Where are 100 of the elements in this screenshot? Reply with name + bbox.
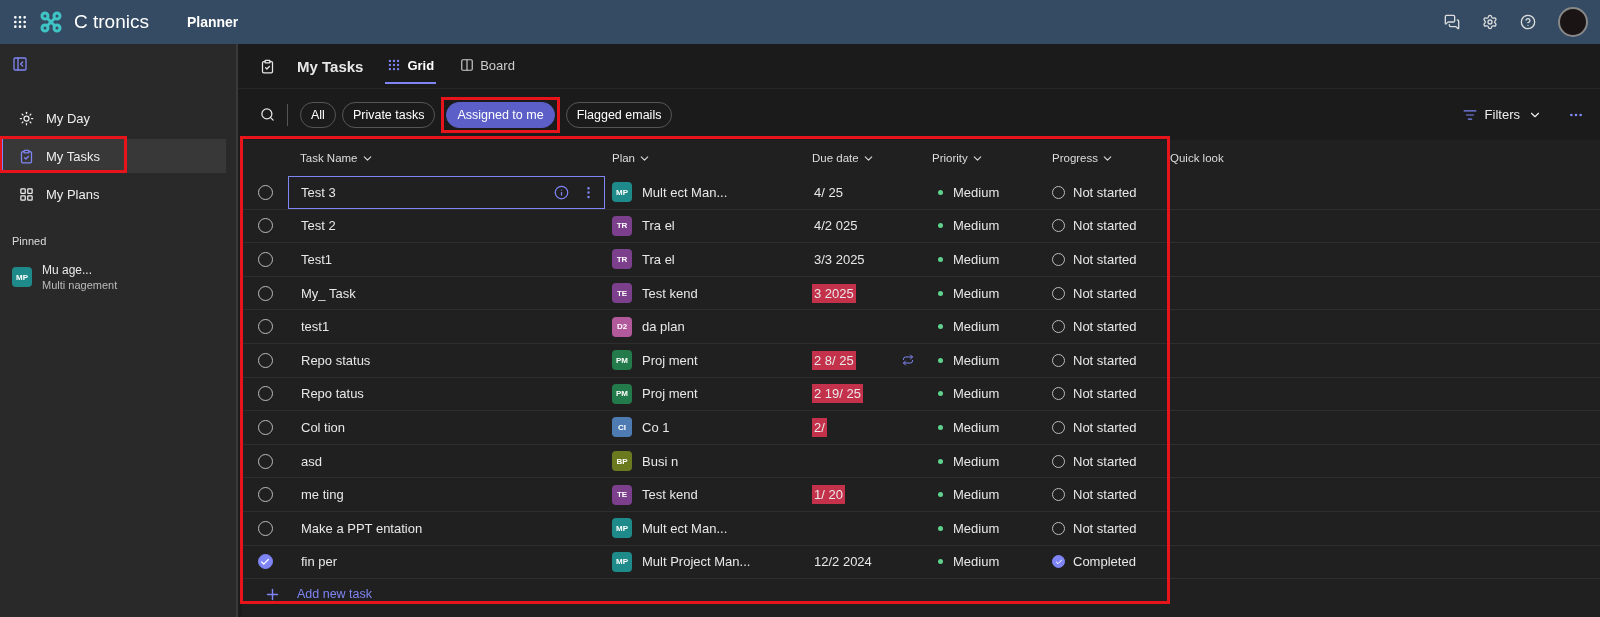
filters-button[interactable]: Filters (1456, 106, 1548, 123)
plan-badge: MP (12, 267, 32, 287)
progress-status: Not started (1073, 487, 1137, 503)
clipboard-check-icon (260, 58, 275, 74)
task-name-cell[interactable]: me ting (288, 478, 605, 511)
priority: Medium (953, 520, 1000, 536)
progress-status: Not started (1073, 252, 1137, 267)
plan-name: Proj ment (642, 386, 698, 402)
plan-badge: BP (612, 451, 632, 472)
search-icon[interactable] (260, 107, 275, 122)
due-date: 1/ 20 (812, 485, 845, 505)
priority-dot (938, 223, 943, 229)
due-date: 2/ (812, 417, 827, 437)
task-name-cell[interactable]: Test 2 (288, 209, 605, 243)
collapse-sidebar-icon[interactable] (12, 56, 28, 72)
priority: Medium (953, 285, 1000, 301)
priority-dot (938, 324, 943, 330)
view-tab[interactable]: Grid (385, 48, 437, 84)
progress-status-icon (1052, 555, 1065, 569)
priority-dot (938, 492, 943, 498)
pinned-plan-title[interactable]: Mu age... (42, 263, 118, 277)
plan-badge: MP (612, 518, 632, 539)
progress-status: Not started (1073, 453, 1137, 469)
priority: Medium (953, 352, 1000, 368)
due-date: 2 19/ 25 (812, 384, 863, 404)
column-header: Quick look (1170, 152, 1225, 164)
priority: Medium (953, 554, 1000, 570)
column-header[interactable]: Due date (812, 151, 932, 165)
info-icon[interactable] (554, 184, 569, 200)
column-header[interactable]: Progress (1052, 151, 1170, 165)
progress-status: Not started (1073, 285, 1137, 301)
priority: Medium (953, 184, 1000, 200)
column-header[interactable]: Priority (932, 151, 1052, 165)
progress-status: Not started (1073, 184, 1137, 200)
complete-checkbox[interactable] (257, 554, 273, 570)
plan-badge: CI (612, 417, 632, 438)
plan-badge: TR (612, 249, 632, 270)
priority: Medium (953, 252, 1000, 267)
chat-icon[interactable] (1444, 14, 1460, 30)
plan-name: Test kend (642, 285, 698, 301)
sidebar-item[interactable]: My Tasks (0, 139, 226, 173)
plan-name: Tra el (642, 218, 675, 234)
help-icon[interactable] (1520, 14, 1536, 30)
section-heading: Pinned (11, 234, 48, 249)
filter-icon (1462, 107, 1477, 122)
due-date: 4/ 25 (813, 183, 844, 202)
task-name-cell[interactable]: asd (288, 444, 605, 478)
view-tab[interactable]: Board (458, 48, 517, 84)
priority: Medium (953, 218, 1000, 234)
plan-badge: PM (612, 383, 632, 404)
avatar[interactable] (1558, 7, 1588, 37)
app-launcher-icon[interactable] (12, 14, 28, 30)
plan-badge: D2 (612, 316, 632, 337)
priority-dot (938, 391, 943, 397)
progress-status: Not started (1073, 352, 1137, 368)
task-name-cell[interactable]: Col tion (288, 411, 605, 444)
plan-name: Mult ect Man... (642, 520, 728, 536)
priority: Medium (953, 487, 1000, 503)
column-header[interactable]: Plan (612, 151, 812, 165)
grid-icon (387, 58, 402, 72)
priority: Medium (953, 453, 1000, 469)
settings-icon[interactable] (1482, 14, 1498, 30)
due-date: 4/2 025 (813, 217, 859, 236)
task-name-cell[interactable]: Repo status (288, 343, 605, 377)
filter-chip[interactable]: Assigned to me (446, 101, 555, 128)
priority-dot (938, 257, 943, 262)
due-date: 2 8/ 25 (812, 350, 856, 370)
plan-badge: PM (612, 350, 632, 371)
task-name-cell[interactable]: fin per (288, 545, 605, 579)
column-header[interactable]: Task Name (288, 151, 612, 165)
task-name-cell[interactable]: test1 (288, 310, 605, 343)
clipboard-check-icon (19, 148, 34, 164)
plan-name: Tra el (642, 252, 675, 267)
priority: Medium (953, 419, 1000, 435)
add-task-button[interactable]: Add new task (297, 587, 373, 602)
app-title: Planner (186, 14, 239, 30)
progress-status: Not started (1073, 520, 1137, 536)
task-name-cell[interactable]: Test1 (288, 243, 605, 276)
priority-dot (938, 189, 943, 195)
plan-badge: TE (612, 283, 632, 304)
progress-status: Not started (1073, 386, 1137, 402)
priority-dot (938, 290, 943, 296)
sidebar-item[interactable]: My Plans (0, 177, 226, 211)
priority: Medium (953, 386, 1000, 402)
plan-name: Mult Project Man... (642, 554, 751, 570)
plan-badge: MP (612, 551, 632, 572)
plan-name: Proj ment (642, 352, 698, 368)
check-icon (260, 556, 270, 567)
plan-name: da plan (642, 319, 685, 335)
progress-status: Not started (1073, 319, 1137, 335)
plan-name: Test kend (642, 487, 698, 503)
priority-dot (938, 357, 943, 363)
priority-dot (938, 458, 943, 464)
task-name-cell[interactable]: Repo tatus (288, 377, 605, 411)
plan-name: Mult ect Man... (642, 184, 728, 200)
sidebar-item[interactable]: My Day (0, 101, 226, 135)
task-name-cell[interactable]: My_ Task (288, 276, 605, 310)
task-name-cell[interactable]: Make a PPT entation (288, 511, 605, 545)
task-name-cell[interactable]: Test 3 (288, 176, 605, 209)
progress-status: Completed (1073, 554, 1136, 570)
